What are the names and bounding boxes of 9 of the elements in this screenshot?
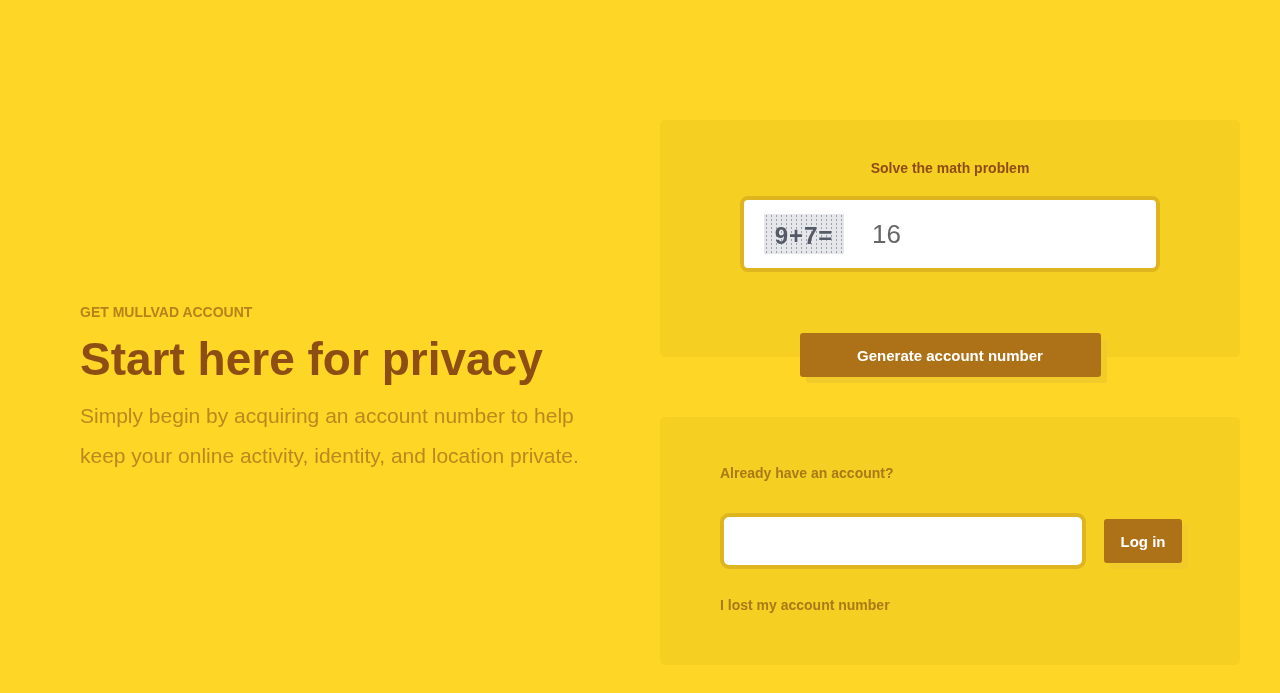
answer-input[interactable]: 16 bbox=[872, 218, 1112, 250]
page-heading: Start here for privacy bbox=[80, 332, 544, 386]
lost-account-link[interactable]: I lost my account number bbox=[720, 597, 890, 613]
account-number-field[interactable] bbox=[720, 513, 1086, 569]
intro-paragraph: Simply begin by acquiring an account number to help keep your online activity, identity, and location private. bbox=[80, 403, 580, 469]
section-eyebrow: GET MULLVAD ACCOUNT bbox=[80, 304, 254, 320]
captcha-image: 9+7= bbox=[764, 214, 844, 254]
captcha-label: Solve the math problem bbox=[870, 160, 1030, 176]
login-label: Already have an account? bbox=[720, 465, 895, 481]
